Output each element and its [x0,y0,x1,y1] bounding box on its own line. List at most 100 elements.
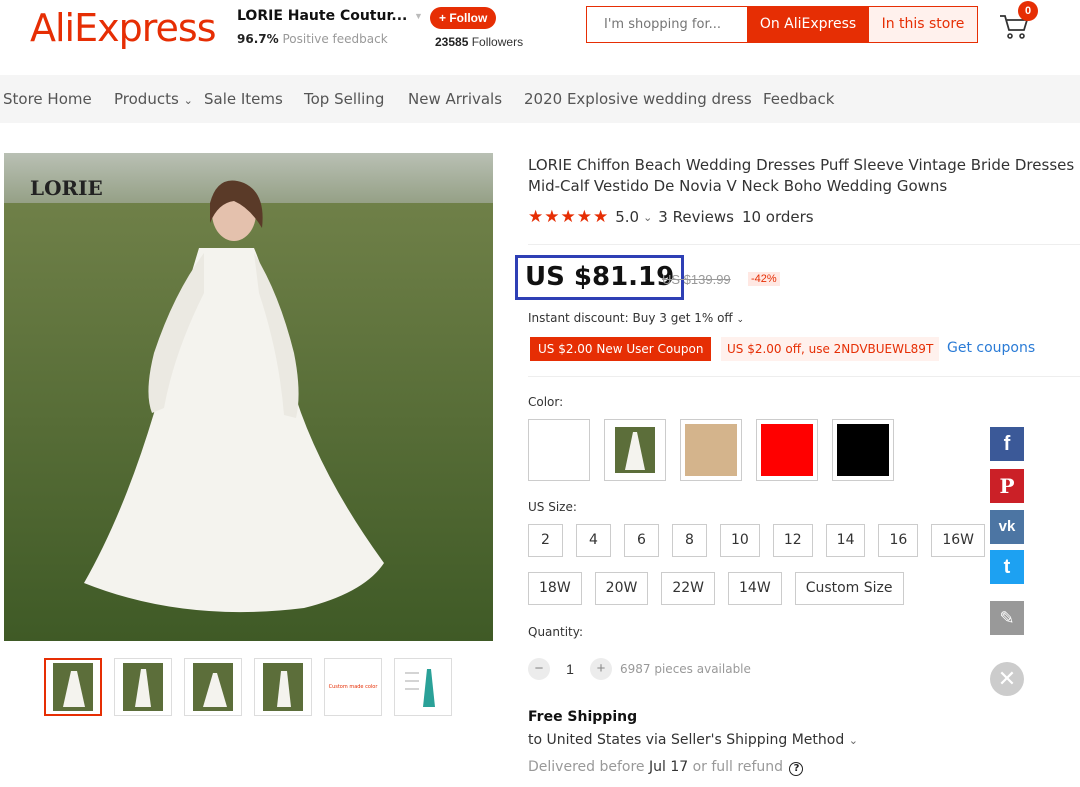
size-option[interactable]: 10 [720,524,760,557]
size-option[interactable]: 2 [528,524,563,557]
thumbnail[interactable] [114,658,172,716]
minus-button[interactable]: − [528,658,550,680]
size-option-custom[interactable]: Custom Size [794,572,904,605]
reviews-link[interactable]: 3 Reviews [658,208,734,226]
nav-new-arrivals[interactable]: New Arrivals [408,90,502,108]
discount-badge: -42% [748,272,780,286]
search-bar: On AliExpress In this store [586,6,978,43]
search-aliexpress-button[interactable]: On AliExpress [747,7,869,42]
feedback-percent: 96.7% [237,32,279,46]
followers-count: 23585 [435,35,469,49]
size-option[interactable]: 6 [624,524,659,557]
chevron-down-icon: ⌄ [183,94,193,107]
edit-icon[interactable]: ✎ [990,601,1024,635]
follow-button[interactable]: + Follow [430,7,497,29]
product-title: LORIE Chiffon Beach Wedding Dresses Puff… [528,156,1075,195]
followers-label: Followers [471,35,524,49]
cart-button[interactable]: 0 [998,1,1038,42]
thumbnail[interactable] [44,658,102,716]
lorie-watermark: LORIE [30,176,103,200]
size-option[interactable]: 22W [661,572,716,605]
shipping-method[interactable]: to United States via Seller's Shipping M… [528,732,858,748]
color-label: Color: [528,395,564,409]
nav-products-label: Products [114,90,179,108]
close-icon[interactable]: ✕ [990,662,1024,696]
delivery-estimate: Delivered before Jul 17 or full refund ? [528,759,804,776]
color-swatch-red[interactable] [756,419,818,481]
chevron-down-icon[interactable]: ⌄ [643,211,652,224]
color-swatches [528,419,894,481]
nav-products[interactable]: Products ⌄ [114,90,193,108]
size-option[interactable]: 16 [878,524,919,557]
size-option[interactable]: 12 [772,524,813,557]
feedback-label: Positive feedback [282,32,388,46]
rating-row: ★★★★★ 5.0 ⌄ 3 Reviews 10 orders [528,207,814,227]
size-label: US Size: [528,500,577,514]
vk-icon[interactable]: vk [990,510,1024,544]
twitter-icon[interactable]: t [990,550,1024,584]
nav-feedback[interactable]: Feedback [763,90,834,108]
nav-top-selling[interactable]: Top Selling [304,90,384,108]
quantity-value[interactable]: 1 [550,661,590,677]
thumbnail[interactable] [254,658,312,716]
chevron-down-icon: ⌄ [848,734,858,747]
size-options-row-1: 2 4 6 8 10 12 14 16 16W [528,524,985,557]
delivery-suffix: or full refund [692,759,784,775]
product-photo: LORIE [4,153,493,641]
search-input[interactable] [587,7,747,42]
store-feedback: 96.7% Positive feedback [237,32,407,46]
thumbnail-strip: Custom made color [44,658,452,716]
orders-count: 10 orders [741,208,814,226]
get-coupons-link[interactable]: Get coupons [947,340,1035,356]
size-option[interactable]: 18W [528,572,582,605]
quantity-stepper: − 1 + 6987 pieces available [528,658,751,680]
store-nav: Store Home Products ⌄ Sale Items Top Sel… [0,75,1080,123]
current-price: US $81.19 [515,255,685,300]
size-option[interactable]: 20W [594,572,649,605]
quantity-label: Quantity: [528,625,584,639]
new-user-coupon[interactable]: US $2.00 New User Coupon [530,337,712,361]
color-swatch-champagne[interactable] [680,419,742,481]
chevron-down-icon[interactable]: ▼ [414,11,423,21]
nav-sale-items[interactable]: Sale Items [204,90,283,108]
facebook-icon[interactable]: f [990,427,1024,461]
divider [528,244,1080,245]
instant-discount[interactable]: Instant discount: Buy 3 get 1% off ⌄ [528,311,744,325]
color-swatch-black[interactable] [832,419,894,481]
rating-value[interactable]: 5.0 [615,208,639,226]
delivery-prefix: Delivered before [528,759,645,775]
size-options-row-2: 18W 20W 22W 14W Custom Size [528,572,904,605]
size-option[interactable]: 16W [931,524,985,557]
size-option[interactable]: 14W [728,572,782,605]
size-option[interactable]: 4 [576,524,611,557]
thumbnail-custom-color[interactable]: Custom made color [324,658,382,716]
main-product-image[interactable]: LORIE [4,153,493,641]
original-price: US $139.99 [662,272,731,287]
divider [528,376,1080,377]
shipping-title: Free Shipping [528,709,638,725]
help-icon[interactable]: ? [789,762,804,776]
available-stock: 6987 pieces available [620,662,751,676]
shipping-method-text: to United States via Seller's Shipping M… [528,732,845,748]
thumbnail[interactable] [184,658,242,716]
aliexpress-logo[interactable]: AliExpress [30,6,216,50]
followers: 23585 Followers [435,35,523,49]
thumbnail-size-chart[interactable] [394,658,452,716]
search-store-button[interactable]: In this store [869,7,977,42]
star-rating-icon: ★★★★★ [528,207,610,227]
nav-explosive-wedding-dress[interactable]: 2020 Explosive wedding dress [524,90,752,108]
size-option[interactable]: 14 [825,524,866,557]
size-option[interactable]: 8 [672,524,707,557]
color-swatch-white[interactable] [528,419,590,481]
custom-color-title: Custom made color [328,683,378,690]
plus-button[interactable]: + [590,658,612,680]
chevron-down-icon: ⌄ [736,315,745,325]
store-info: LORIE Haute Coutur... 96.7% Positive fee… [237,8,423,46]
pinterest-icon[interactable]: P [990,469,1024,503]
instant-discount-text: Instant discount: Buy 3 get 1% off [528,311,733,325]
store-coupon[interactable]: US $2.00 off, use 2NDVBUEWL89T [721,337,940,361]
color-swatch-photo[interactable] [604,419,666,481]
delivery-date: Jul 17 [648,759,689,775]
nav-store-home[interactable]: Store Home [3,90,92,108]
store-name[interactable]: LORIE Haute Coutur... [237,8,407,24]
